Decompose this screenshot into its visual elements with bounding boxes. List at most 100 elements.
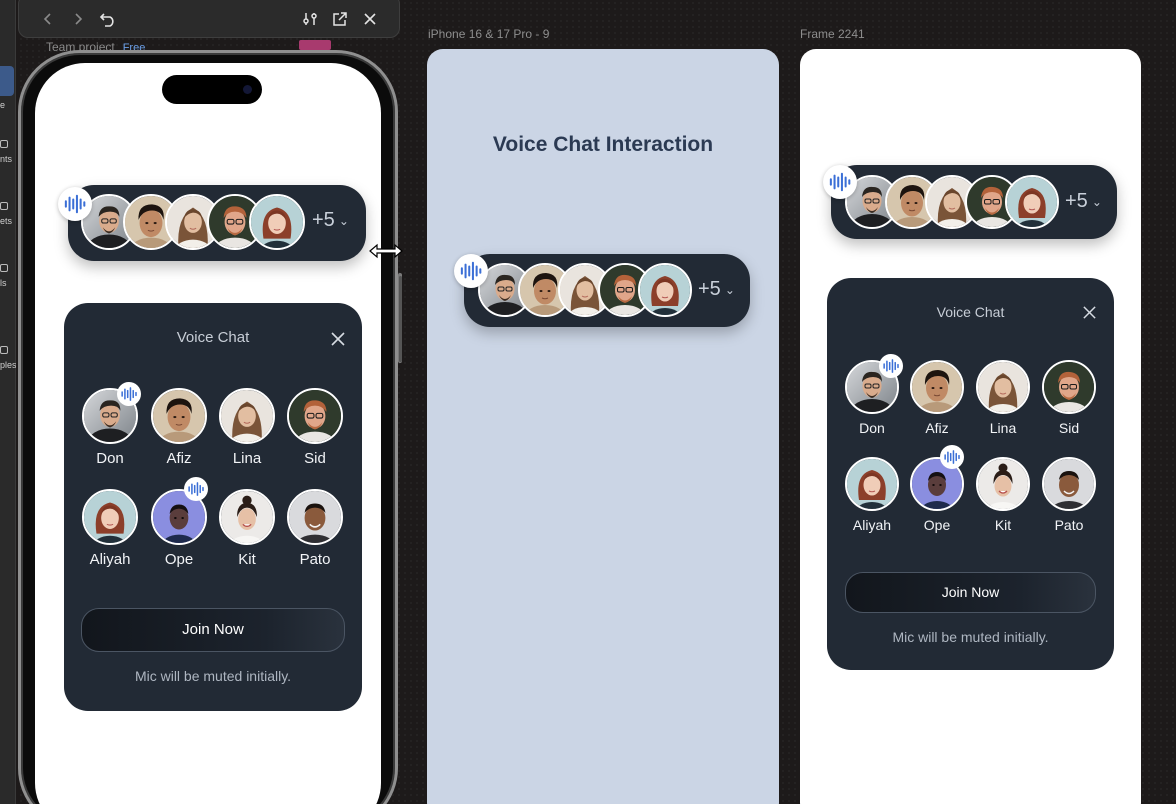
- sidebar-item-5[interactable]: ples: [0, 346, 16, 370]
- chevron-down-icon: ⌄: [724, 282, 735, 297]
- join-now-button[interactable]: Join Now: [81, 608, 345, 652]
- join-now-button[interactable]: Join Now: [845, 572, 1096, 613]
- member-ope[interactable]: Ope: [910, 445, 964, 533]
- speaking-icon: [879, 354, 903, 378]
- close-icon[interactable]: [355, 5, 385, 33]
- member-name: Sid: [304, 450, 326, 467]
- mic-muted-note: Mic will be muted initially.: [892, 629, 1049, 645]
- left-sidebar: e nts ets ls ples: [0, 0, 16, 804]
- frame-label-right[interactable]: Frame 2241: [800, 27, 865, 41]
- avatar: [845, 457, 899, 511]
- sidebar-item-label: ls: [0, 278, 7, 288]
- member-don[interactable]: Don: [81, 382, 141, 467]
- member-name: Kit: [238, 551, 256, 568]
- avatar: [219, 388, 275, 444]
- frame-label-middle[interactable]: iPhone 16 & 17 Pro - 9: [428, 27, 549, 41]
- examples-icon: [0, 346, 8, 354]
- pill-avatar-aliyah: [638, 263, 692, 317]
- open-external-icon[interactable]: [325, 5, 355, 33]
- close-icon[interactable]: [1082, 305, 1097, 325]
- sidebar-item-label: e: [0, 100, 6, 110]
- sidebar-item-1[interactable]: e: [0, 100, 16, 110]
- voice-chat-card: Voice Chat Don Afiz Lina Sid Aliyah Ope …: [827, 278, 1114, 670]
- avatar: [976, 457, 1030, 511]
- sidebar-item-4[interactable]: ls: [0, 264, 16, 288]
- sidebar-item-3[interactable]: ets: [0, 202, 16, 226]
- undo-icon[interactable]: [93, 5, 123, 33]
- dynamic-island: [162, 75, 262, 104]
- member-name: Afiz: [166, 450, 192, 467]
- audio-wave-icon: [454, 254, 488, 288]
- voice-chat-pill[interactable]: +5 ⌄: [831, 165, 1117, 239]
- member-pato[interactable]: Pato: [1042, 457, 1096, 533]
- member-aliyah[interactable]: Aliyah: [845, 457, 899, 533]
- page-title: Voice Chat Interaction: [492, 133, 714, 156]
- member-pato[interactable]: Pato: [286, 489, 344, 568]
- member-name: Afiz: [925, 420, 949, 436]
- sliders-icon[interactable]: [295, 5, 325, 33]
- sidebar-item-label: ples: [0, 360, 16, 370]
- member-name: Sid: [1058, 420, 1080, 436]
- chevron-down-icon: ⌄: [1091, 194, 1102, 209]
- member-don[interactable]: Don: [845, 354, 903, 436]
- chevron-left-icon[interactable]: [33, 5, 63, 33]
- member-aliyah[interactable]: Aliyah: [81, 489, 139, 568]
- member-name: Aliyah: [89, 551, 131, 568]
- member-sid[interactable]: Sid: [286, 388, 344, 467]
- sidebar-item-label: nts: [0, 154, 13, 164]
- member-afiz[interactable]: Afiz: [910, 360, 964, 436]
- chevron-right-icon[interactable]: [63, 5, 93, 33]
- avatar: [287, 388, 343, 444]
- member-name: Kit: [994, 517, 1012, 533]
- member-afiz[interactable]: Afiz: [150, 388, 208, 467]
- pill-avatar-aliyah: [249, 194, 305, 250]
- card-title: Voice Chat: [936, 304, 1005, 320]
- avatar: [151, 388, 207, 444]
- iphone-mockup: +5 ⌄ Voice Chat Don Afiz Lina Sid Aliyah…: [18, 50, 402, 804]
- grid-icon: [0, 140, 8, 148]
- phone-screen: +5 ⌄ Voice Chat Don Afiz Lina Sid Aliyah…: [35, 63, 381, 804]
- sidebar-item-2[interactable]: nts: [0, 140, 16, 164]
- avatar: [82, 489, 138, 545]
- member-ope[interactable]: Ope: [150, 477, 208, 568]
- member-lina[interactable]: Lina: [218, 388, 276, 467]
- avatar: [1042, 457, 1096, 511]
- scrollbar[interactable]: [399, 276, 402, 362]
- mic-muted-note: Mic will be muted initially.: [134, 668, 292, 684]
- tools-icon: [0, 264, 8, 272]
- more-members-toggle[interactable]: +5 ⌄: [312, 209, 349, 232]
- member-name: Ope: [164, 551, 194, 568]
- more-members-toggle[interactable]: +5 ⌄: [1065, 190, 1102, 213]
- voice-chat-pill[interactable]: +5 ⌄: [68, 185, 366, 261]
- member-name: Lina: [232, 450, 262, 467]
- member-lina[interactable]: Lina: [976, 360, 1030, 436]
- frame-iphone-9[interactable]: Voice Chat Interaction +5 ⌄: [427, 49, 779, 804]
- sidebar-active-indicator: [0, 66, 14, 96]
- member-name: Pato: [1054, 517, 1084, 533]
- audio-wave-icon: [823, 165, 857, 199]
- avatar: [287, 489, 343, 545]
- member-name: Aliyah: [852, 517, 892, 533]
- frame-2241[interactable]: +5 ⌄ Voice Chat Don Afiz Lina Sid Aliyah…: [800, 49, 1141, 804]
- voice-chat-card: Voice Chat Don Afiz Lina Sid Aliyah Ope …: [64, 303, 362, 711]
- member-kit[interactable]: Kit: [976, 457, 1030, 533]
- close-icon[interactable]: [330, 331, 346, 352]
- voice-chat-pill[interactable]: +5 ⌄: [464, 254, 750, 327]
- color-chip: [299, 40, 331, 50]
- speaking-icon: [184, 477, 208, 501]
- member-kit[interactable]: Kit: [218, 489, 276, 568]
- speaking-icon: [117, 382, 141, 406]
- extra-count: +5: [312, 209, 335, 231]
- speaking-icon: [940, 445, 964, 469]
- member-name: Lina: [989, 420, 1017, 436]
- more-members-toggle[interactable]: +5 ⌄: [698, 278, 735, 301]
- extra-count: +5: [1065, 190, 1088, 212]
- member-sid[interactable]: Sid: [1042, 360, 1096, 436]
- member-name: Pato: [299, 551, 331, 568]
- floating-toolbar: [18, 0, 400, 38]
- extra-count: +5: [698, 278, 721, 300]
- pill-avatar-aliyah: [1005, 175, 1059, 229]
- member-name: Don: [96, 450, 124, 467]
- chevron-down-icon: ⌄: [338, 213, 349, 228]
- avatar: [219, 489, 275, 545]
